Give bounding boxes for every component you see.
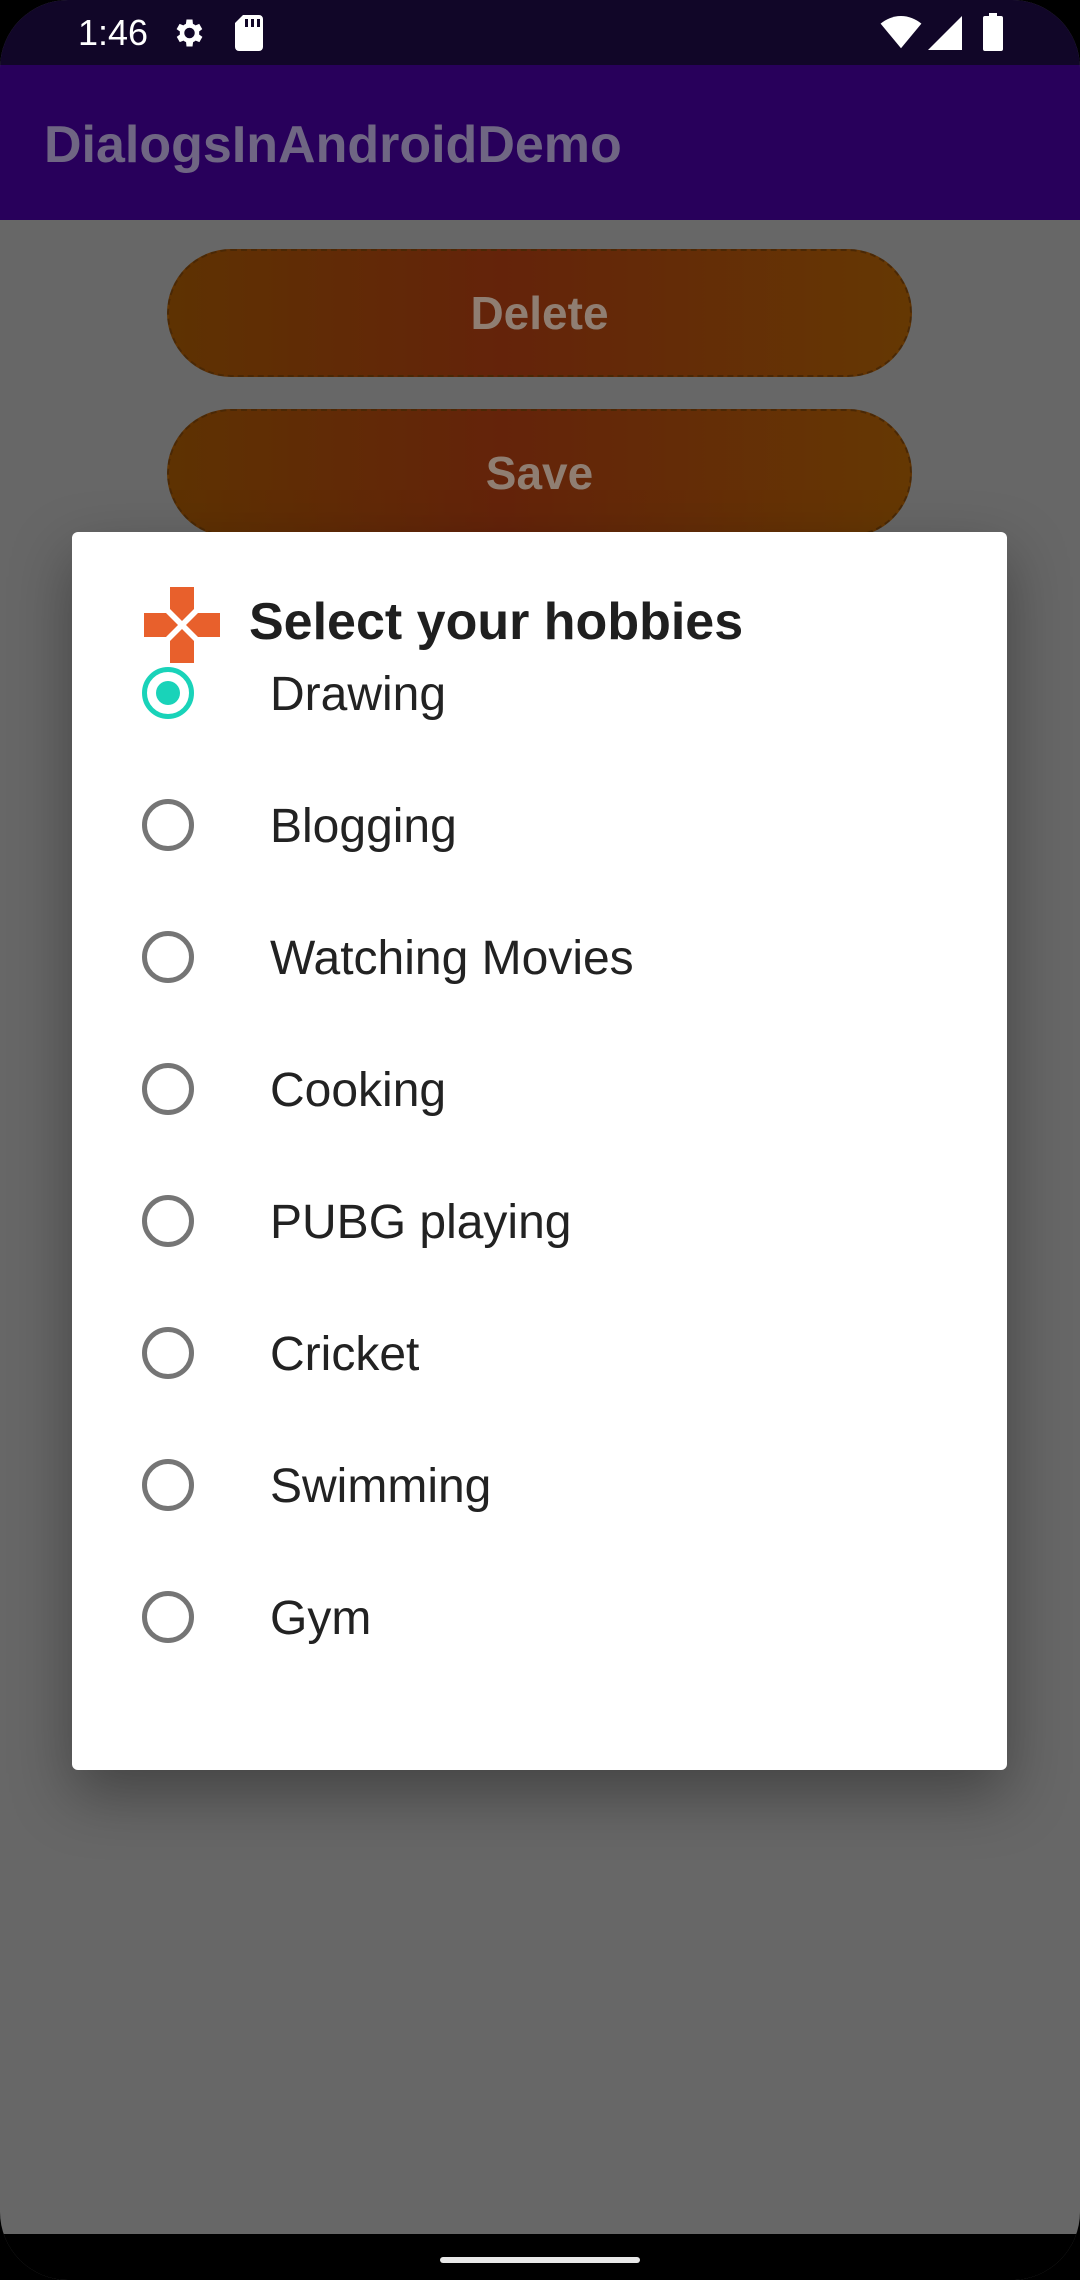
option-swimming[interactable]: Swimming: [72, 1419, 1007, 1551]
gear-icon: [176, 19, 203, 47]
radio-button[interactable]: [142, 1327, 194, 1379]
home-indicator[interactable]: [440, 2257, 640, 2263]
app-title: DialogsInAndroidDemo: [44, 116, 622, 174]
option-label: Drawing: [270, 668, 447, 721]
radio-button[interactable]: [142, 1195, 194, 1247]
option-label: Blogging: [270, 800, 457, 853]
battery-icon: [983, 13, 1003, 51]
radio-button-checked[interactable]: [142, 667, 194, 719]
radio-button[interactable]: [142, 931, 194, 983]
app-bar: DialogsInAndroidDemo: [0, 65, 1080, 220]
radio-button[interactable]: [142, 799, 194, 851]
option-gym[interactable]: Gym: [72, 1551, 1007, 1683]
option-cricket[interactable]: Cricket: [72, 1287, 1007, 1419]
option-cooking[interactable]: Cooking: [72, 1023, 1007, 1155]
wifi-icon: [880, 16, 922, 49]
option-label: PUBG playing: [270, 1196, 572, 1249]
option-label: Cooking: [270, 1064, 447, 1117]
radio-button[interactable]: [142, 1591, 194, 1643]
radio-button[interactable]: [142, 1063, 194, 1115]
hobbies-dialog: Select your hobbies Drawing Blogging Wat…: [72, 532, 1007, 1770]
sd-card-icon: [235, 15, 263, 51]
options-list: Drawing Blogging Watching Movies Cooking…: [72, 627, 1007, 1683]
option-label: Swimming: [270, 1460, 492, 1513]
option-blogging[interactable]: Blogging: [72, 759, 1007, 891]
status-time: 1:46: [78, 12, 149, 53]
signal-icon: [928, 16, 962, 50]
radio-button[interactable]: [142, 1459, 194, 1511]
option-label: Watching Movies: [270, 932, 634, 985]
option-drawing[interactable]: Drawing: [72, 627, 1007, 759]
phone-screen: 1:46 DialogsInAndroidDemo Delete Save Se…: [0, 0, 1080, 2280]
option-label: Gym: [270, 1592, 372, 1645]
save-button-label: Save: [485, 447, 594, 499]
option-watching-movies[interactable]: Watching Movies: [72, 891, 1007, 1023]
status-bar: 1:46: [0, 0, 1080, 65]
option-label: Cricket: [270, 1328, 420, 1381]
option-pubg-playing[interactable]: PUBG playing: [72, 1155, 1007, 1287]
save-button: Save: [167, 409, 912, 537]
delete-button: Delete: [167, 249, 912, 377]
delete-button-label: Delete: [470, 287, 609, 339]
